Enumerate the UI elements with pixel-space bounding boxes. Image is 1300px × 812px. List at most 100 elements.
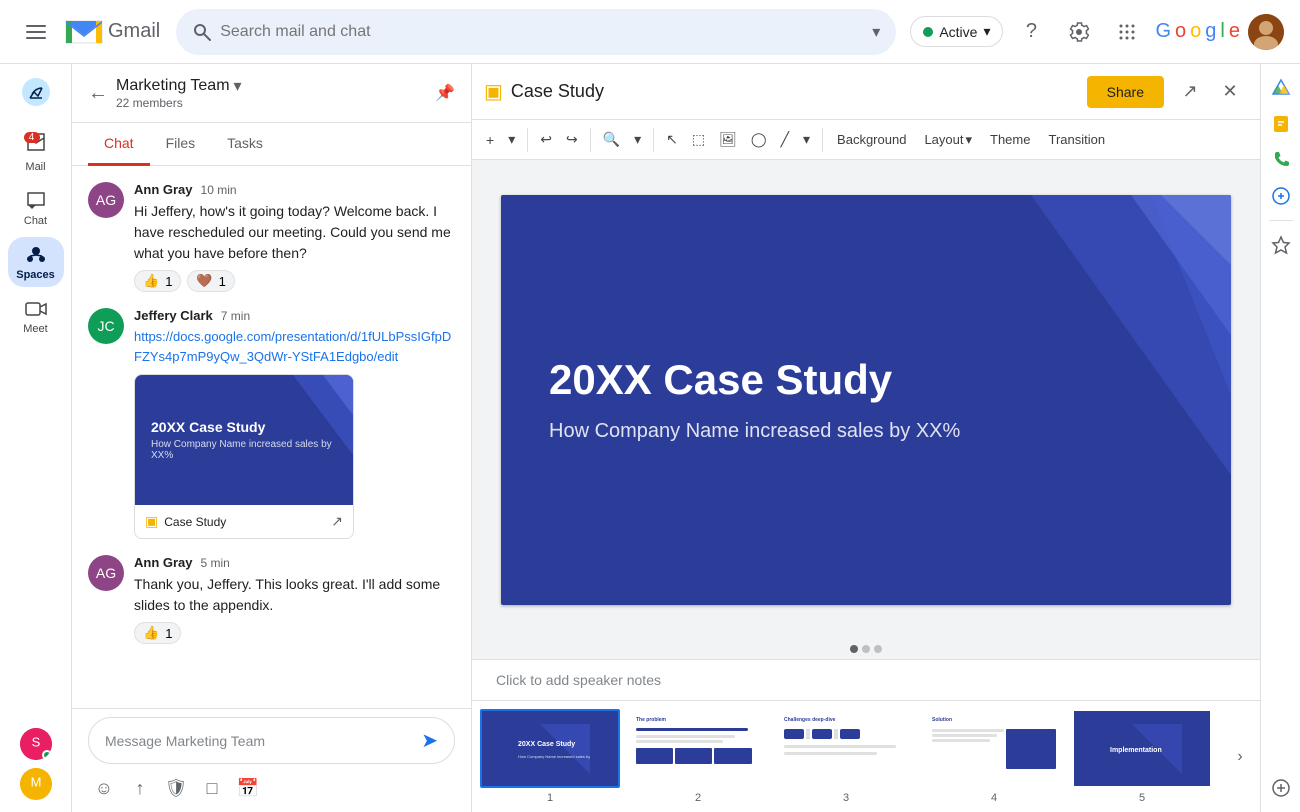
presentation-preview[interactable]: 20XX Case Study How Company Name increas… [134,374,354,539]
slide-dots [472,639,1260,659]
message-avatar-3: AG [88,555,124,591]
apps-icon[interactable] [1107,12,1147,52]
slides-next-chevron[interactable]: › [1228,745,1252,769]
slide-thumb-bg-4: Solution [926,711,1062,786]
cursor-tool[interactable]: ↖ [660,126,684,154]
preview-footer-left: ▣ Case Study [145,513,226,530]
share-button[interactable]: Share [1087,76,1164,108]
theme-tool[interactable]: Theme [982,126,1038,154]
slide-dot-3 [874,645,882,653]
reaction-thumbs-3[interactable]: 👍 1 [134,622,181,644]
add-chevron-tool[interactable]: ▾ [502,126,521,154]
message-body-1: Ann Gray 10 min Hi Jeffery, how's it goi… [134,182,455,292]
sidebar-item-chat[interactable]: Chat [8,183,64,233]
right-panel-divider [1269,220,1293,221]
slide-subtitle[interactable]: How Company Name increased sales by XX% [549,420,1183,443]
calendar-icon[interactable]: 📅 [232,772,264,804]
message-link-2[interactable]: https://docs.google.com/presentation/d/1… [134,329,451,364]
frame-tool[interactable]: ⬚ [686,126,711,154]
add-icon-bottom[interactable] [1265,772,1297,804]
user-avatar-2[interactable]: M [20,768,52,800]
image-tool[interactable]: 🖼 [713,126,743,154]
star-icon[interactable] [1265,229,1297,261]
open-external-icon[interactable]: ↗ [331,513,343,530]
preview-label: Case Study [164,515,226,529]
zoom-chevron-tool[interactable]: ▾ [628,126,647,154]
reaction-thumbs-1[interactable]: 👍 1 [134,270,181,292]
message-time-2: 7 min [221,309,250,323]
edit-icon[interactable] [1265,180,1297,212]
chat-input-box[interactable]: Message Marketing Team ➤ [88,717,455,764]
chat-header-info: Marketing Team ▾ 22 members [116,76,427,110]
message-text-1: Hi Jeffery, how's it going today? Welcom… [134,201,455,264]
search-input[interactable] [220,23,864,41]
send-icon[interactable]: ➤ [421,728,438,753]
tab-files[interactable]: Files [150,123,212,166]
gmail-logo: Gmail [64,17,160,47]
google-account[interactable]: Google [1155,20,1240,43]
active-status[interactable]: Active ▾ [910,16,1003,47]
toolbar-divider-4 [822,128,823,152]
zoom-tool[interactable]: 🔍 [597,126,626,154]
sidebar-item-spaces[interactable]: Spaces [8,237,64,287]
message-item-2: JC Jeffery Clark 7 min https://docs.goog… [88,308,455,539]
sidebar-icons: 4 Mail Chat Spaces [0,64,72,812]
user-avatar[interactable] [1248,14,1284,50]
topbar-right: Active ▾ ? Google [910,12,1284,52]
menu-icon[interactable] [16,12,56,52]
slide-main-title[interactable]: 20XX Case Study [549,356,1183,404]
back-button[interactable]: ← [88,82,108,105]
slide-thumb-img-5: Implementation [1072,709,1212,788]
emoji-icon[interactable]: ☺ [88,772,120,804]
background-tool[interactable]: Background [829,126,914,154]
slide-num-5: 5 [1139,792,1145,804]
add-tool[interactable]: + [480,126,500,154]
slide-decoration [273,375,353,455]
message-time-3: 5 min [201,556,230,570]
slide-thumb-3[interactable]: Challenges deep-dive [776,709,916,804]
presentation-area: ▣ Case Study Share ↗ ✕ + ▾ ↩ ↪ 🔍 ▾ ↖ ⬚ 🖼… [472,64,1260,812]
pin-icon[interactable]: 📌 [435,83,455,103]
tab-tasks[interactable]: Tasks [211,123,279,166]
reaction-heart-1[interactable]: 🤎 1 [187,270,234,292]
close-button[interactable]: ✕ [1212,74,1248,110]
reactions-1: 👍 1 🤎 1 [134,270,455,292]
search-dropdown-icon[interactable]: ▾ [872,22,880,42]
sidebar-item-meet[interactable]: Meet [8,291,64,341]
slide-thumb-6[interactable]: 6 [1220,709,1228,804]
phone-icon[interactable] [1265,144,1297,176]
search-icon [192,22,212,42]
speaker-notes[interactable]: Click to add speaker notes [472,659,1260,700]
open-external-button[interactable]: ↗ [1172,74,1208,110]
chat-title-chevron-icon[interactable]: ▾ [234,76,242,96]
layout-tool[interactable]: Layout ▾ [916,126,980,154]
slide-thumb-2[interactable]: The problem 2 [628,709,768,804]
layout-chevron-icon: ▾ [965,132,972,148]
compose-button[interactable] [8,72,64,112]
preview-slide: 20XX Case Study How Company Name increas… [135,375,353,505]
slide-thumb-5[interactable]: Implementation 5 [1072,709,1212,804]
drive-icon[interactable] [1265,72,1297,104]
undo-tool[interactable]: ↩ [534,126,558,154]
search-bar[interactable]: ▾ [176,9,896,55]
slide-thumb-4[interactable]: Solution [924,709,1064,804]
help-icon[interactable]: ? [1011,12,1051,52]
pres-title[interactable]: Case Study [511,81,1079,102]
shield-icon[interactable]: 🛡 [160,772,192,804]
video-icon[interactable]: □ [196,772,228,804]
line-tool[interactable]: ╱ [775,126,795,154]
transition-tool[interactable]: Transition [1040,126,1113,154]
keep-icon[interactable] [1265,108,1297,140]
line-chevron-tool[interactable]: ▾ [797,126,816,154]
redo-tool[interactable]: ↪ [560,126,584,154]
sidebar-item-mail[interactable]: 4 Mail [8,124,64,179]
settings-icon[interactable] [1059,12,1099,52]
user-avatar-1[interactable]: S [20,728,52,760]
attachment-icon[interactable]: ↑ [124,772,156,804]
slide-thumb-1[interactable]: 20XX Case Study How Company Name increas… [480,709,620,804]
message-item: AG Ann Gray 10 min Hi Jeffery, how's it … [88,182,455,292]
slide-canvas-area[interactable]: 20XX Case Study How Company Name increas… [472,160,1260,639]
tab-chat[interactable]: Chat [88,123,150,166]
sidebar-bottom: S M [20,728,52,812]
shape-tool[interactable]: ◯ [745,126,773,154]
